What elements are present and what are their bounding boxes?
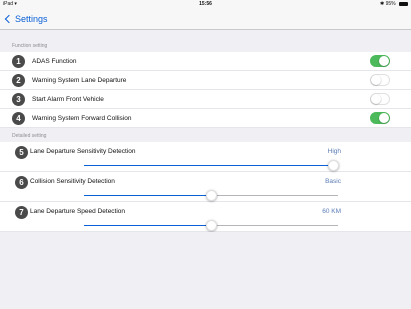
status-bar: iPad ▾ 15:56 ✱ 95% bbox=[0, 0, 411, 9]
setting-row-adas: 1 ADAS Function bbox=[0, 52, 411, 71]
setting-row-lane-departure-warning: 2 Warning System Lane Departure bbox=[0, 71, 411, 90]
slider-thumb[interactable] bbox=[206, 220, 217, 231]
number-badge: 2 bbox=[12, 73, 25, 87]
detail-settings-list: 5 Lane Departure Sensitivity Detection H… bbox=[0, 142, 411, 232]
slider-fill bbox=[84, 165, 333, 166]
slider-thumb[interactable] bbox=[206, 190, 217, 201]
toggle-knob bbox=[371, 75, 381, 85]
status-time: 15:56 bbox=[199, 1, 212, 7]
toggle-knob bbox=[371, 94, 381, 104]
navigation-bar: Settings bbox=[0, 9, 411, 30]
function-section-header: Function setting bbox=[12, 43, 48, 49]
setting-row-lane-speed: 7 Lane Departure Speed Detection 60 KM bbox=[0, 202, 411, 232]
setting-label: ADAS Function bbox=[32, 57, 77, 65]
battery-percent: 95% bbox=[385, 1, 396, 7]
detail-section-header: Detailed setting bbox=[12, 133, 47, 139]
forward-collision-warning-toggle[interactable] bbox=[370, 112, 390, 124]
setting-label: Warning System Lane Departure bbox=[32, 76, 127, 84]
setting-value: Basic bbox=[325, 178, 341, 185]
setting-value: High bbox=[327, 148, 341, 155]
empty-background bbox=[0, 232, 411, 309]
bluetooth-icon: ✱ bbox=[380, 1, 385, 7]
front-vehicle-alarm-toggle[interactable] bbox=[370, 93, 390, 105]
back-button[interactable]: Settings bbox=[4, 11, 48, 27]
number-badge: 3 bbox=[12, 92, 25, 106]
setting-row-front-vehicle-alarm: 3 Start Alarm Front Vehicle bbox=[0, 90, 411, 109]
adas-toggle[interactable] bbox=[370, 55, 390, 67]
slider-fill bbox=[84, 225, 211, 226]
setting-value: 60 KM bbox=[322, 208, 341, 215]
status-right: ✱ 95% bbox=[380, 0, 408, 9]
lane-speed-slider[interactable] bbox=[84, 220, 338, 231]
setting-row-lane-sensitivity: 5 Lane Departure Sensitivity Detection H… bbox=[0, 142, 411, 172]
lane-departure-warning-toggle[interactable] bbox=[370, 74, 390, 86]
setting-label: Start Alarm Front Vehicle bbox=[32, 95, 104, 103]
chevron-left-icon bbox=[4, 14, 14, 24]
number-badge: 1 bbox=[12, 54, 25, 68]
number-badge: 6 bbox=[15, 176, 28, 189]
lane-sensitivity-slider[interactable] bbox=[84, 160, 339, 171]
collision-sensitivity-slider[interactable] bbox=[84, 190, 338, 201]
number-badge: 4 bbox=[12, 111, 25, 125]
slider-fill bbox=[84, 195, 211, 196]
setting-label: Collision Sensitivity Detection bbox=[30, 178, 115, 185]
setting-label: Lane Departure Sensitivity Detection bbox=[30, 148, 136, 155]
function-settings-list: 1 ADAS Function 2 Warning System Lane De… bbox=[0, 52, 411, 128]
setting-label: Lane Departure Speed Detection bbox=[30, 208, 126, 215]
number-badge: 5 bbox=[15, 146, 28, 159]
toggle-knob bbox=[379, 113, 389, 123]
slider-thumb[interactable] bbox=[327, 160, 339, 171]
back-label: Settings bbox=[15, 14, 48, 24]
number-badge: 7 bbox=[15, 206, 28, 219]
setting-row-collision-sensitivity: 6 Collision Sensitivity Detection Basic bbox=[0, 172, 411, 202]
battery-icon bbox=[399, 1, 408, 6]
toggle-knob bbox=[379, 56, 389, 66]
setting-label: Warning System Forward Collision bbox=[32, 114, 132, 122]
